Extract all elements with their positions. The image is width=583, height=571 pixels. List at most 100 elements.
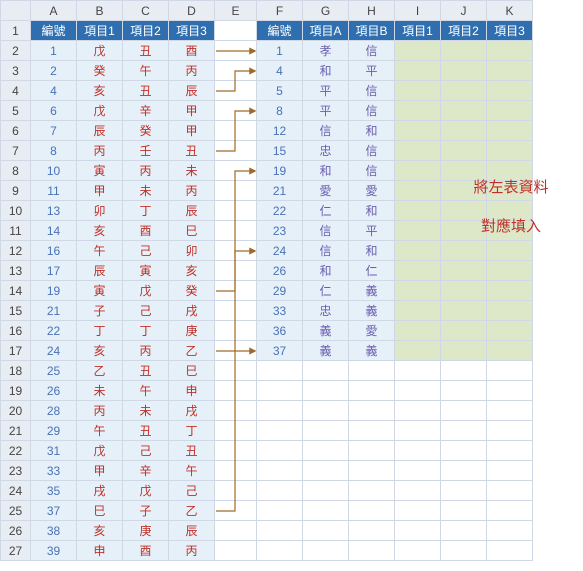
cell-K25[interactable] xyxy=(487,501,533,521)
cell-J21[interactable] xyxy=(441,421,487,441)
cell-I27[interactable] xyxy=(395,541,441,561)
cell-H24[interactable] xyxy=(349,481,395,501)
cell-H20[interactable] xyxy=(349,401,395,421)
select-all-corner[interactable] xyxy=(1,1,31,21)
cell-D16[interactable]: 庚 xyxy=(169,321,215,341)
cell-I1[interactable]: 項目1 xyxy=(395,21,441,41)
cell-K27[interactable] xyxy=(487,541,533,561)
cell-E8[interactable] xyxy=(215,161,257,181)
cell-F4[interactable]: 5 xyxy=(257,81,303,101)
cell-G17[interactable]: 義 xyxy=(303,341,349,361)
cell-H8[interactable]: 信 xyxy=(349,161,395,181)
cell-I20[interactable] xyxy=(395,401,441,421)
cell-K17[interactable] xyxy=(487,341,533,361)
cell-A17[interactable]: 24 xyxy=(31,341,77,361)
cell-E4[interactable] xyxy=(215,81,257,101)
cell-J6[interactable] xyxy=(441,121,487,141)
cell-H16[interactable]: 愛 xyxy=(349,321,395,341)
cell-B10[interactable]: 卯 xyxy=(77,201,123,221)
cell-I11[interactable] xyxy=(395,221,441,241)
cell-A14[interactable]: 19 xyxy=(31,281,77,301)
cell-C26[interactable]: 庚 xyxy=(123,521,169,541)
column-header-I[interactable]: I xyxy=(395,1,441,21)
cell-G23[interactable] xyxy=(303,461,349,481)
cell-B18[interactable]: 乙 xyxy=(77,361,123,381)
cell-K16[interactable] xyxy=(487,321,533,341)
cell-C25[interactable]: 子 xyxy=(123,501,169,521)
cell-C18[interactable]: 丑 xyxy=(123,361,169,381)
cell-K13[interactable] xyxy=(487,261,533,281)
row-header-24[interactable]: 24 xyxy=(1,481,31,501)
cell-F25[interactable] xyxy=(257,501,303,521)
row-header-4[interactable]: 4 xyxy=(1,81,31,101)
cell-F26[interactable] xyxy=(257,521,303,541)
cell-H19[interactable] xyxy=(349,381,395,401)
cell-C7[interactable]: 壬 xyxy=(123,141,169,161)
row-header-6[interactable]: 6 xyxy=(1,121,31,141)
cell-J14[interactable] xyxy=(441,281,487,301)
cell-E26[interactable] xyxy=(215,521,257,541)
cell-A15[interactable]: 21 xyxy=(31,301,77,321)
row-header-14[interactable]: 14 xyxy=(1,281,31,301)
cell-J15[interactable] xyxy=(441,301,487,321)
column-header-D[interactable]: D xyxy=(169,1,215,21)
cell-I16[interactable] xyxy=(395,321,441,341)
cell-F13[interactable]: 26 xyxy=(257,261,303,281)
column-header-A[interactable]: A xyxy=(31,1,77,21)
cell-I22[interactable] xyxy=(395,441,441,461)
spreadsheet-grid[interactable]: ABCDEFGHIJK 1編號項目1項目2項目3編號項目A項目B項目1項目2項目… xyxy=(0,0,533,561)
cell-G3[interactable]: 和 xyxy=(303,61,349,81)
cell-G13[interactable]: 和 xyxy=(303,261,349,281)
cell-D9[interactable]: 丙 xyxy=(169,181,215,201)
cell-E5[interactable] xyxy=(215,101,257,121)
cell-E13[interactable] xyxy=(215,261,257,281)
cell-D21[interactable]: 丁 xyxy=(169,421,215,441)
cell-A6[interactable]: 7 xyxy=(31,121,77,141)
cell-C13[interactable]: 寅 xyxy=(123,261,169,281)
cell-A2[interactable]: 1 xyxy=(31,41,77,61)
cell-H25[interactable] xyxy=(349,501,395,521)
cell-J27[interactable] xyxy=(441,541,487,561)
row-header-21[interactable]: 21 xyxy=(1,421,31,441)
cell-F16[interactable]: 36 xyxy=(257,321,303,341)
cell-B21[interactable]: 午 xyxy=(77,421,123,441)
cell-K23[interactable] xyxy=(487,461,533,481)
cell-J25[interactable] xyxy=(441,501,487,521)
cell-F6[interactable]: 12 xyxy=(257,121,303,141)
cell-B13[interactable]: 辰 xyxy=(77,261,123,281)
cell-B16[interactable]: 丁 xyxy=(77,321,123,341)
cell-J4[interactable] xyxy=(441,81,487,101)
cell-B8[interactable]: 寅 xyxy=(77,161,123,181)
cell-G11[interactable]: 信 xyxy=(303,221,349,241)
cell-H10[interactable]: 和 xyxy=(349,201,395,221)
cell-B24[interactable]: 戌 xyxy=(77,481,123,501)
cell-H5[interactable]: 信 xyxy=(349,101,395,121)
cell-B22[interactable]: 戊 xyxy=(77,441,123,461)
cell-D24[interactable]: 己 xyxy=(169,481,215,501)
cell-I12[interactable] xyxy=(395,241,441,261)
cell-E1[interactable] xyxy=(215,21,257,41)
cell-D3[interactable]: 丙 xyxy=(169,61,215,81)
row-header-23[interactable]: 23 xyxy=(1,461,31,481)
cell-G2[interactable]: 孝 xyxy=(303,41,349,61)
cell-C14[interactable]: 戊 xyxy=(123,281,169,301)
cell-H11[interactable]: 平 xyxy=(349,221,395,241)
cell-G16[interactable]: 義 xyxy=(303,321,349,341)
cell-D8[interactable]: 未 xyxy=(169,161,215,181)
cell-B20[interactable]: 丙 xyxy=(77,401,123,421)
cell-B4[interactable]: 亥 xyxy=(77,81,123,101)
cell-I26[interactable] xyxy=(395,521,441,541)
cell-F10[interactable]: 22 xyxy=(257,201,303,221)
cell-H4[interactable]: 信 xyxy=(349,81,395,101)
cell-I21[interactable] xyxy=(395,421,441,441)
cell-I19[interactable] xyxy=(395,381,441,401)
cell-E10[interactable] xyxy=(215,201,257,221)
cell-K1[interactable]: 項目3 xyxy=(487,21,533,41)
row-header-12[interactable]: 12 xyxy=(1,241,31,261)
cell-B25[interactable]: 巳 xyxy=(77,501,123,521)
cell-G9[interactable]: 愛 xyxy=(303,181,349,201)
cell-G15[interactable]: 忠 xyxy=(303,301,349,321)
cell-D27[interactable]: 丙 xyxy=(169,541,215,561)
cell-F2[interactable]: 1 xyxy=(257,41,303,61)
cell-F24[interactable] xyxy=(257,481,303,501)
